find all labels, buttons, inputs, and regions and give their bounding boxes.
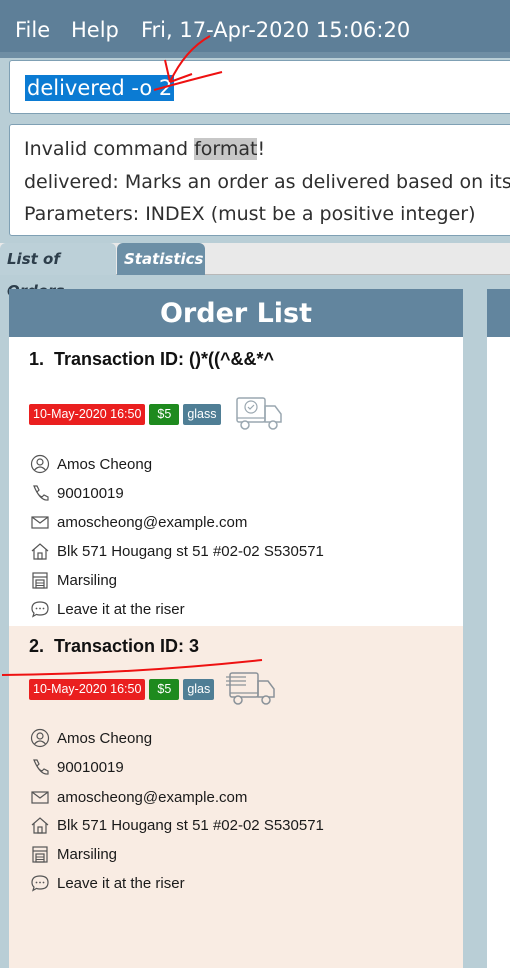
result-line-3: Parameters: INDEX (must be a positive in… xyxy=(24,203,476,225)
menu-divider xyxy=(0,52,510,58)
order-list-panel: Order List 1. Transaction ID: ()*((^&&*^ … xyxy=(9,289,463,968)
warehouse: Marsiling xyxy=(57,571,118,589)
delivered-truck-icon xyxy=(235,397,282,430)
address-row: Blk 571 Hougang st 51 #02-02 S530571 xyxy=(29,814,324,836)
transaction-id: Transaction ID: ()*((^&&*^ xyxy=(54,349,275,369)
transaction-id: Transaction ID: 3 xyxy=(54,636,200,656)
tab-bar: List of Orders Statistics xyxy=(0,243,510,300)
address: Blk 571 Hougang st 51 #02-02 S530571 xyxy=(57,542,324,560)
warehouse-row: Marsiling xyxy=(29,569,117,591)
order-list-title: Order List xyxy=(9,289,463,337)
customer-name-row: Amos Cheong xyxy=(29,453,152,475)
item-badge: glas xyxy=(183,678,215,700)
phone-number: 90010019 xyxy=(57,758,124,776)
order-index: 1. xyxy=(29,349,45,369)
delivery-date-badge: 10-May-2020 16:50 xyxy=(29,678,146,700)
result-line-1: Invalid command format! xyxy=(24,138,265,160)
warehouse-icon xyxy=(29,843,51,865)
order-title: 2. Transaction ID: 3 xyxy=(29,636,199,657)
email-address: amoscheong@example.com xyxy=(57,788,248,806)
phone-icon xyxy=(29,482,51,504)
comment-row: Leave it at the riser xyxy=(29,872,185,894)
email-row: amoscheong@example.com xyxy=(29,511,247,533)
command-input[interactable]: delivered -o 2 xyxy=(9,60,510,114)
pending-truck-icon xyxy=(226,672,275,705)
result-line-2: delivered: Marks an order as delivered b… xyxy=(24,171,510,193)
result-line-1-suffix: ! xyxy=(257,138,266,160)
comment-icon xyxy=(29,872,51,894)
order-index: 2. xyxy=(29,636,45,656)
phone-number: 90010019 xyxy=(57,484,124,502)
tab-list-of-orders[interactable]: List of Orders xyxy=(0,243,116,300)
comment: Leave it at the riser xyxy=(57,874,185,892)
order-title: 1. Transaction ID: ()*((^&&*^ xyxy=(29,349,274,370)
second-panel-edge xyxy=(487,289,510,968)
email-address: amoscheong@example.com xyxy=(57,513,248,531)
tab-statistics[interactable]: Statistics xyxy=(117,243,205,275)
person-icon xyxy=(29,727,51,749)
second-panel-header xyxy=(487,289,510,337)
phone-row: 90010019 xyxy=(29,756,124,778)
datetime-label: Fri, 17-Apr-2020 15:06:20 xyxy=(141,18,411,42)
phone-row: 90010019 xyxy=(29,482,124,504)
mail-icon xyxy=(29,786,51,808)
warehouse-row: Marsiling xyxy=(29,843,117,865)
comment-row: Leave it at the riser xyxy=(29,598,185,620)
order-badges: 10-May-2020 16:50 $5 glas xyxy=(29,672,278,705)
menu-bar: File Help Fri, 17-Apr-2020 15:06:20 xyxy=(0,0,510,56)
customer-name: Amos Cheong xyxy=(57,455,153,473)
help-menu[interactable]: Help xyxy=(71,18,119,42)
address-row: Blk 571 Hougang st 51 #02-02 S530571 xyxy=(29,540,324,562)
person-icon xyxy=(29,453,51,475)
comment: Leave it at the riser xyxy=(57,600,185,618)
comment-icon xyxy=(29,598,51,620)
warehouse-icon xyxy=(29,569,51,591)
order-card[interactable]: 2. Transaction ID: 3 10-May-2020 16:50 $5… xyxy=(9,626,463,968)
delivery-date-badge: 10-May-2020 16:50 xyxy=(29,403,146,425)
order-card[interactable]: 1. Transaction ID: ()*((^&&*^ 10-May-2020… xyxy=(9,339,463,626)
result-line-1-highlight: format xyxy=(194,138,258,160)
customer-name: Amos Cheong xyxy=(57,729,153,747)
order-badges: 10-May-2020 16:50 $5 glass xyxy=(29,397,285,430)
house-icon xyxy=(29,540,51,562)
phone-icon xyxy=(29,756,51,778)
address: Blk 571 Hougang st 51 #02-02 S530571 xyxy=(57,816,324,834)
result-display: Invalid command format! delivered: Marks… xyxy=(9,124,510,236)
result-line-1-prefix: Invalid command xyxy=(24,138,195,160)
mail-icon xyxy=(29,511,51,533)
item-badge: glass xyxy=(183,403,221,425)
price-badge: $5 xyxy=(149,403,180,425)
customer-name-row: Amos Cheong xyxy=(29,727,152,749)
file-menu[interactable]: File xyxy=(15,18,50,42)
command-input-text: delivered -o 2 xyxy=(25,75,175,101)
house-icon xyxy=(29,814,51,836)
warehouse: Marsiling xyxy=(57,845,118,863)
email-row: amoscheong@example.com xyxy=(29,786,247,808)
price-badge: $5 xyxy=(149,678,180,700)
